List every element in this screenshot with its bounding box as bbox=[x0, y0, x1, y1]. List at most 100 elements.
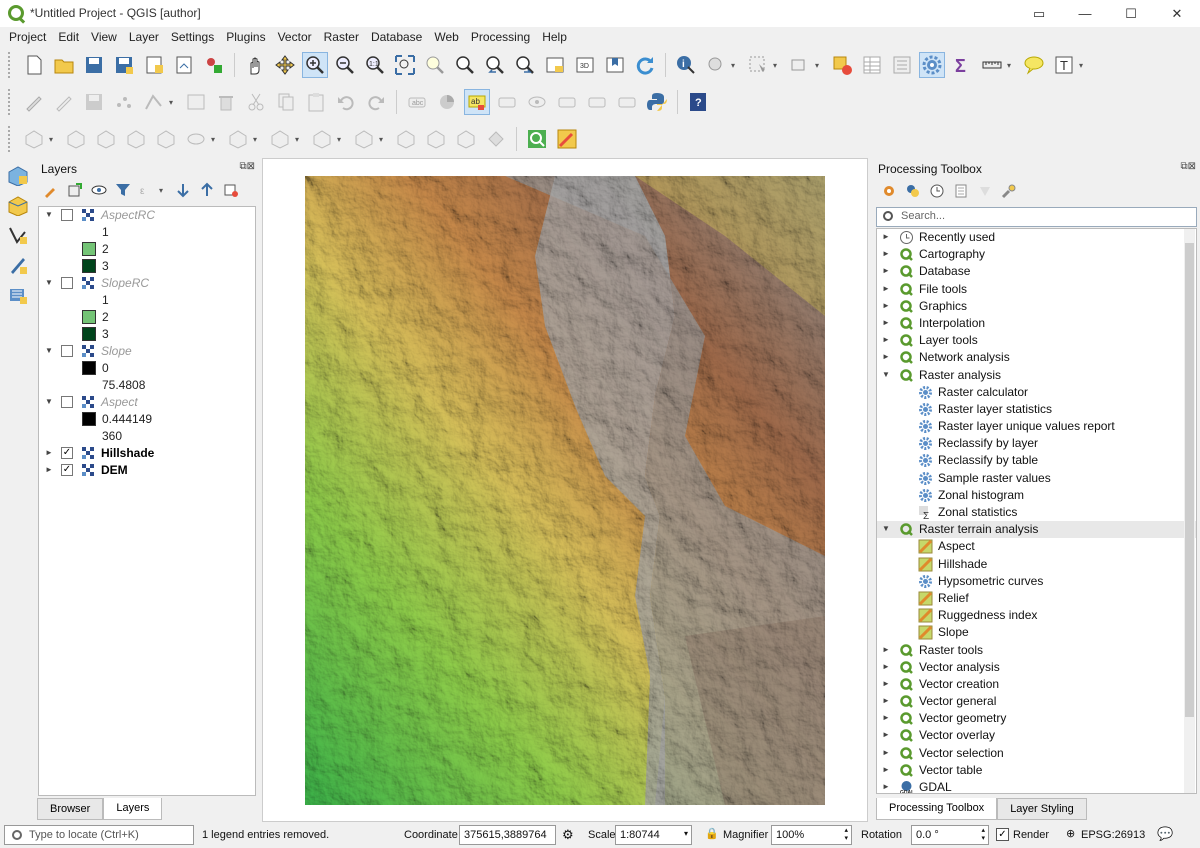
rotate-label-icon[interactable] bbox=[584, 89, 610, 115]
layer-item[interactable]: ► ✓ DEM bbox=[39, 462, 255, 479]
coordinate-field[interactable]: 375615,3889764 bbox=[459, 825, 556, 845]
scripts-icon[interactable] bbox=[903, 181, 923, 201]
menu-raster[interactable]: Raster bbox=[318, 27, 365, 47]
toggle-editing-icon[interactable] bbox=[51, 89, 77, 115]
layer-visibility-checkbox[interactable] bbox=[61, 277, 73, 289]
tab-layer-styling[interactable]: Layer Styling bbox=[997, 798, 1087, 820]
locator-input[interactable]: Type to locate (Ctrl+K) bbox=[4, 825, 194, 845]
expand-arrow-icon[interactable]: ▼ bbox=[882, 524, 890, 533]
collapse-arrow-icon[interactable]: ► bbox=[45, 465, 53, 474]
collapse-arrow-icon[interactable]: ► bbox=[882, 266, 890, 275]
toolbox-group[interactable]: ► Vector creation bbox=[877, 676, 1196, 693]
expand-all-icon[interactable] bbox=[173, 180, 193, 200]
new-map-view-icon[interactable] bbox=[542, 52, 568, 78]
data-source-manager-icon[interactable] bbox=[5, 162, 31, 188]
split-features-icon[interactable] bbox=[225, 126, 251, 152]
move-label-icon[interactable] bbox=[554, 89, 580, 115]
collapse-arrow-icon[interactable]: ► bbox=[45, 448, 53, 457]
new-project-icon[interactable] bbox=[21, 52, 47, 78]
merge-features-icon[interactable] bbox=[309, 126, 335, 152]
filter-legend-icon[interactable] bbox=[113, 180, 133, 200]
layer-visibility-checkbox[interactable]: ✓ bbox=[61, 464, 73, 476]
new-3d-view-icon[interactable]: 3D bbox=[572, 52, 598, 78]
zoom-full-icon[interactable] bbox=[392, 52, 418, 78]
layer-visibility-checkbox[interactable]: ✓ bbox=[61, 447, 73, 459]
save-project-icon[interactable] bbox=[81, 52, 107, 78]
toolbox-group[interactable]: ► Vector geometry bbox=[877, 710, 1196, 727]
toolbox-tree[interactable]: ► Recently used ► Cartography ► Database ► File… bbox=[876, 228, 1197, 794]
collapse-arrow-icon[interactable]: ► bbox=[882, 301, 890, 310]
add-delimited-text-icon[interactable] bbox=[5, 252, 31, 278]
history-icon[interactable] bbox=[927, 181, 947, 201]
modify-attributes-icon[interactable] bbox=[183, 89, 209, 115]
expand-arrow-icon[interactable]: ▼ bbox=[45, 346, 53, 355]
change-label-icon[interactable] bbox=[614, 89, 640, 115]
toolbox-algorithm[interactable]: Aspect bbox=[877, 538, 1196, 555]
zoom-in-icon[interactable] bbox=[302, 52, 328, 78]
crs-button[interactable]: EPSG:26913 bbox=[1081, 829, 1145, 841]
tab-browser[interactable]: Browser bbox=[37, 798, 104, 820]
cut-features-icon[interactable] bbox=[243, 89, 269, 115]
show-hide-labels-icon[interactable] bbox=[524, 89, 550, 115]
collapse-arrow-icon[interactable]: ► bbox=[882, 765, 890, 774]
zoom-next-icon[interactable] bbox=[512, 52, 538, 78]
field-calculator-icon[interactable] bbox=[889, 52, 915, 78]
toolbox-algorithm[interactable]: Zonal histogram bbox=[877, 487, 1196, 504]
measure-line-icon[interactable] bbox=[979, 52, 1005, 78]
toolbox-group[interactable]: ► Graphics bbox=[877, 298, 1196, 315]
revert-project-icon[interactable] bbox=[141, 52, 167, 78]
layer-item[interactable]: ▼ AspectRC bbox=[39, 207, 255, 224]
toolbox-group[interactable]: ► Recently used bbox=[877, 229, 1196, 246]
toolbox-group[interactable]: ► Vector general bbox=[877, 693, 1196, 710]
attribute-table-icon[interactable] bbox=[859, 52, 885, 78]
processing-toolbox-icon[interactable] bbox=[919, 52, 945, 78]
expand-arrow-icon[interactable]: ▼ bbox=[45, 210, 53, 219]
label-toolbar-icon[interactable]: abc bbox=[404, 89, 430, 115]
collapse-all-icon[interactable] bbox=[197, 180, 217, 200]
panel-float-close-icon[interactable]: ⧉⊠ bbox=[239, 161, 255, 172]
georeferencer-icon[interactable] bbox=[524, 126, 550, 152]
scale-combobox[interactable]: 1:80744 ▾ bbox=[615, 825, 692, 845]
collapse-arrow-icon[interactable]: ► bbox=[882, 662, 890, 671]
bookmark-icon[interactable] bbox=[602, 52, 628, 78]
toolbox-algorithm[interactable]: Slope bbox=[877, 624, 1196, 641]
layer-visibility-checkbox[interactable] bbox=[61, 345, 73, 357]
menu-database[interactable]: Database bbox=[365, 27, 428, 47]
toolbox-group[interactable]: ► Layer tools bbox=[877, 332, 1196, 349]
toolbox-algorithm[interactable]: Ruggedness index bbox=[877, 607, 1196, 624]
models-icon[interactable] bbox=[879, 181, 899, 201]
tab-processing-toolbox[interactable]: Processing Toolbox bbox=[876, 798, 998, 820]
style-panel-icon[interactable] bbox=[41, 180, 61, 200]
save-edits-icon[interactable] bbox=[81, 89, 107, 115]
remove-layer-icon[interactable] bbox=[221, 180, 241, 200]
toolbox-group[interactable]: ► Vector table bbox=[877, 762, 1196, 779]
add-group-icon[interactable] bbox=[65, 180, 85, 200]
options-icon[interactable] bbox=[999, 181, 1019, 201]
layer-tree[interactable]: ▼ AspectRC 1 2 3 ▼ SlopeRC 1 2 3 ▼ Slope 0 75.4808 ▼ As… bbox=[38, 206, 256, 796]
toolbox-group[interactable]: ► Cartography bbox=[877, 246, 1196, 263]
close-button[interactable]: ✕ bbox=[1154, 0, 1200, 27]
redo-icon[interactable] bbox=[363, 89, 389, 115]
collapse-arrow-icon[interactable]: ► bbox=[882, 679, 890, 688]
expand-arrow-icon[interactable]: ▼ bbox=[45, 397, 53, 406]
collapse-arrow-icon[interactable]: ► bbox=[882, 232, 890, 241]
render-checkbox[interactable]: ✓ bbox=[996, 828, 1009, 841]
layout-designer-icon[interactable] bbox=[554, 126, 580, 152]
collapse-arrow-icon[interactable]: ► bbox=[882, 645, 890, 654]
toolbox-group[interactable]: ► Interpolation bbox=[877, 315, 1196, 332]
expand-arrow-icon[interactable]: ▼ bbox=[45, 278, 53, 287]
dem-hillshade-map[interactable] bbox=[305, 176, 825, 805]
menu-web[interactable]: Web bbox=[428, 27, 464, 47]
minimize-button[interactable]: — bbox=[1062, 0, 1108, 27]
deselect-features-icon[interactable] bbox=[829, 52, 855, 78]
offset-curve-icon[interactable] bbox=[183, 126, 209, 152]
collapse-arrow-icon[interactable]: ► bbox=[882, 352, 890, 361]
add-ring-icon[interactable] bbox=[21, 126, 47, 152]
split-parts-icon[interactable] bbox=[267, 126, 293, 152]
layer-visibility-checkbox[interactable] bbox=[61, 209, 73, 221]
menu-edit[interactable]: Edit bbox=[52, 27, 85, 47]
zoom-out-icon[interactable] bbox=[332, 52, 358, 78]
collapse-arrow-icon[interactable]: ► bbox=[882, 748, 890, 757]
merge-attributes-icon[interactable] bbox=[351, 126, 377, 152]
collapse-arrow-icon[interactable]: ► bbox=[882, 284, 890, 293]
